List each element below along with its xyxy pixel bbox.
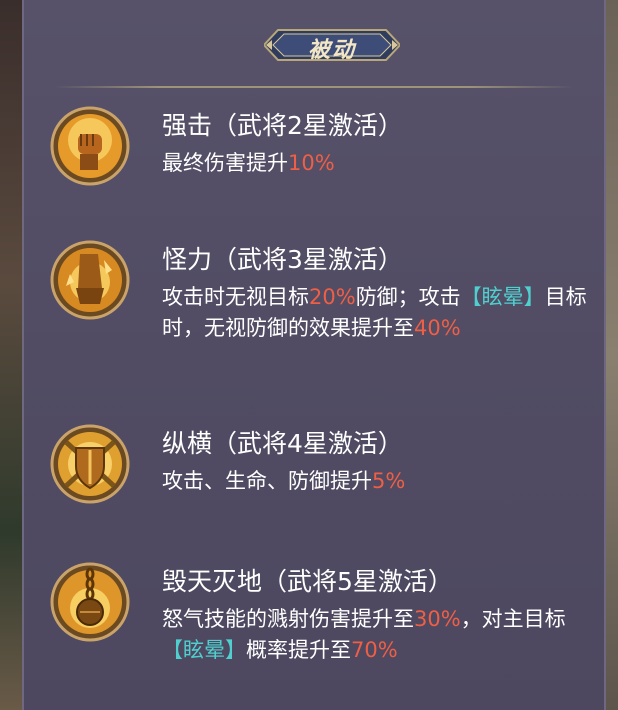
skill-name: 毁天灭地（武将5星激活） (162, 567, 453, 596)
header-divider (54, 86, 574, 88)
title-badge: 被动 (264, 26, 400, 64)
skill-name: 强击（武将2星激活） (162, 111, 403, 140)
gauntlet-icon (50, 240, 130, 320)
skill-description: 攻击、生命、防御提升5% (162, 469, 406, 493)
skill-description: 怒气技能的溅射伤害提升至30%，对主目标【眩晕】概率提升至70% (162, 607, 566, 662)
shield-swords-icon (50, 424, 130, 504)
chain-flail-icon (50, 562, 130, 642)
skill-description: 最终伤害提升10% (162, 151, 335, 175)
fist-icon (50, 106, 130, 186)
page-title: 被动 (307, 37, 356, 63)
skill-name: 纵横（武将4星激活） (162, 429, 403, 458)
skill-name: 怪力（武将3星激活） (162, 245, 403, 274)
skill-description: 攻击时无视目标20%防御；攻击【眩晕】目标时，无视防御的效果提升至40% (162, 285, 587, 340)
